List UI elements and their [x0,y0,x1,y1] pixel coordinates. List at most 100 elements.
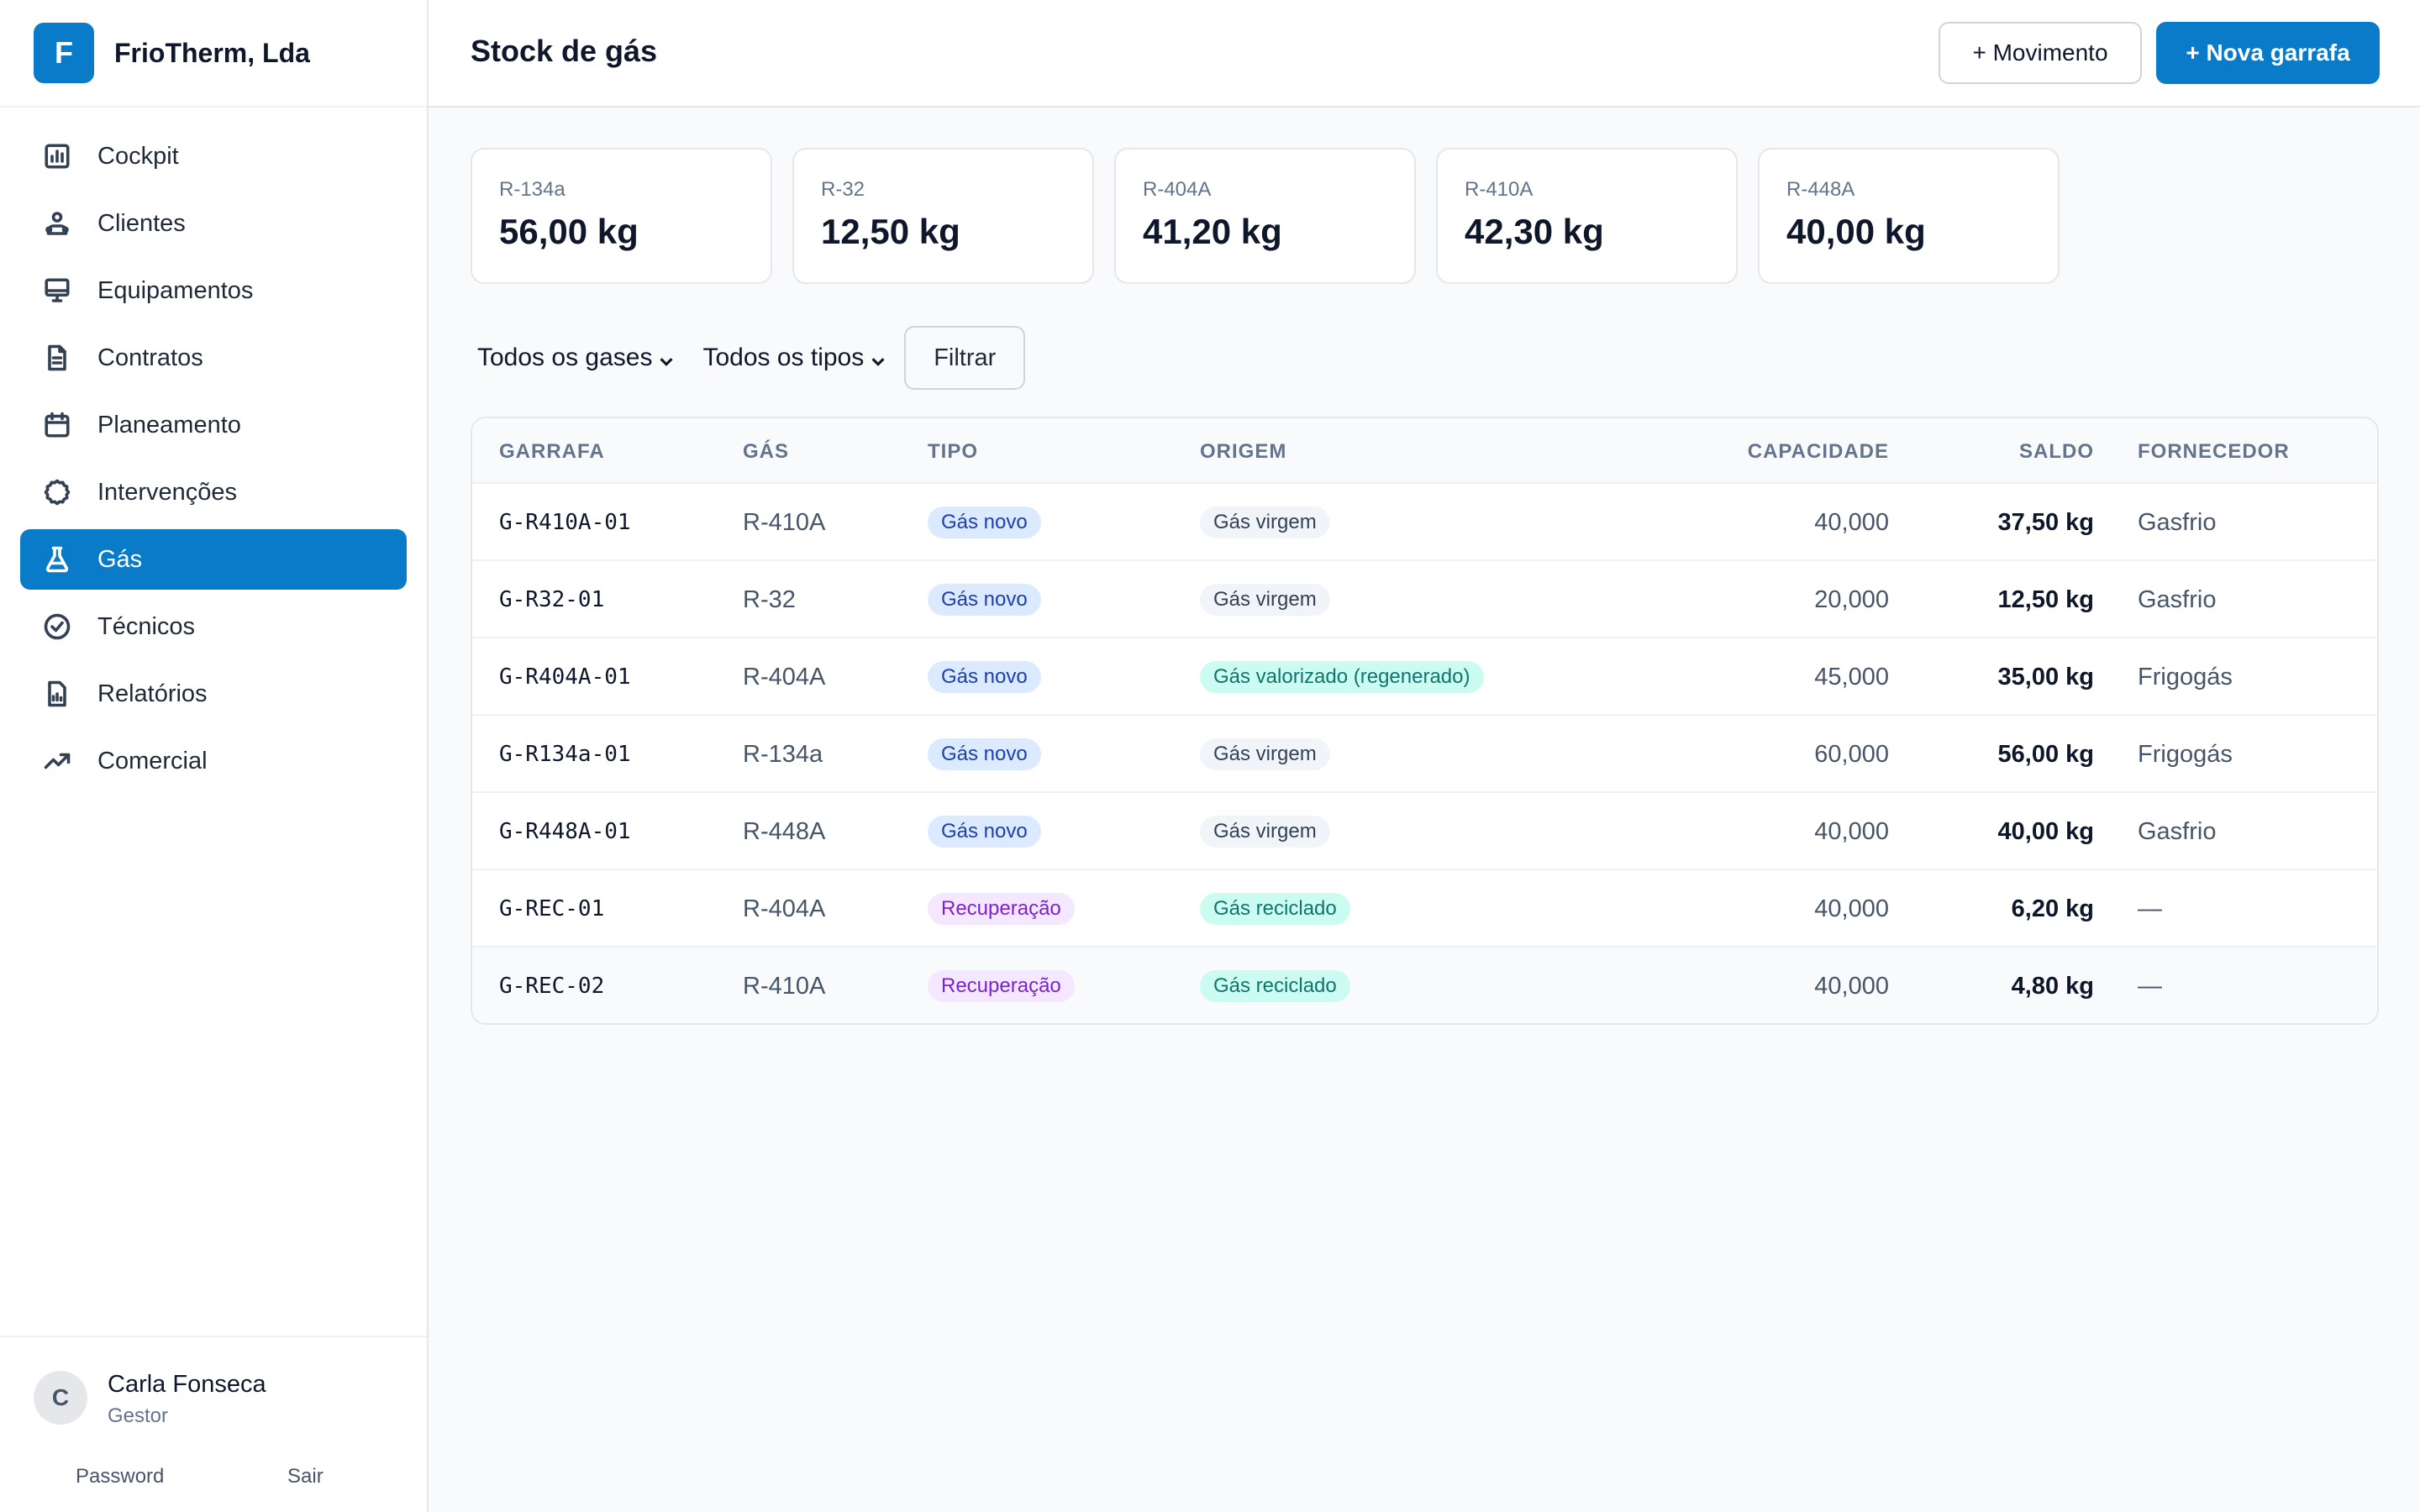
logout-link[interactable]: Sair [287,1465,324,1488]
sidebar-nav: Cockpit Clientes Equipamentos Contratos [0,108,427,791]
table-row[interactable]: G-R448A-01 R-448A Gás novo Gás virgem 40,000… [472,793,2377,870]
stock-card-amount: 42,30 kg [1465,212,1604,251]
table-row[interactable]: G-R134a-01 R-134a Gás novo Gás virgem 60,000… [472,716,2377,793]
password-link[interactable]: Password [76,1465,164,1488]
user-group-icon [40,207,74,240]
stock-card: R-448A 40,00 kg [1758,148,2060,284]
column-header-saldo[interactable]: SALDO [1939,440,2094,464]
brand-logo: F [34,23,94,83]
column-header-garrafa[interactable]: GARRAFA [499,440,605,464]
column-header-fornecedor[interactable]: FORNECEDOR [2138,440,2290,464]
cell-gas: R-32 [743,585,796,613]
cell-tipo: Gás novo [928,484,1041,561]
sidebar-item-label: Comercial [97,747,208,774]
column-header-origem[interactable]: ORIGEM [1200,440,1286,464]
stock-summary: R-134a 56,00 kg R-32 12,50 kg R-404A 41,… [471,148,2060,284]
cell-origem: Gás virgem [1200,561,1330,638]
sidebar-item-cockpit[interactable]: Cockpit [20,126,407,186]
cell-garrafa: G-R32-01 [499,587,605,612]
check-circle-icon [40,610,74,643]
cell-gas: R-410A [743,972,826,1000]
cell-tipo: Recuperação [928,870,1075,948]
sidebar-item-label: Planeamento [97,411,241,438]
type-badge: Recuperação [928,970,1075,1002]
table-row[interactable]: G-R32-01 R-32 Gás novo Gás virgem 20,000 12,5… [472,561,2377,638]
chevron-down-icon [657,349,676,367]
sidebar-item-contratos[interactable]: Contratos [20,328,407,388]
type-badge: Recuperação [928,893,1075,925]
cell-origem: Gás valorizado (regenerado) [1200,638,1484,716]
flask-icon [40,543,74,576]
table-row[interactable]: G-R410A-01 R-410A Gás novo Gás virgem 40,000… [472,484,2377,561]
cell-tipo: Recuperação [928,948,1075,1023]
type-badge: Gás novo [928,584,1041,616]
stock-card-gas: R-404A [1143,178,1212,201]
column-header-gas[interactable]: GÁS [743,440,789,464]
cell-capacidade: 20,000 [1814,585,1889,613]
stock-card-amount: 41,20 kg [1143,212,1282,251]
cell-gas: R-410A [743,508,826,536]
gas-select[interactable]: Todos os gases [471,344,682,372]
cell-origem: Gás virgem [1200,716,1330,793]
sidebar-item-label: Gás [97,545,143,573]
stock-card: R-134a 56,00 kg [471,148,772,284]
sidebar-item-label: Clientes [97,209,186,237]
cell-origem: Gás virgem [1200,484,1330,561]
stock-card-gas: R-32 [821,178,865,201]
brand[interactable]: F FrioTherm, Lda [0,0,427,108]
type-select-value: Todos os tipos [702,344,865,371]
cell-garrafa: G-R410A-01 [499,510,631,535]
cell-tipo: Gás novo [928,716,1041,793]
gas-select-value: Todos os gases [477,344,653,371]
table-row[interactable]: G-R404A-01 R-404A Gás novo Gás valorizado (… [472,638,2377,716]
column-header-tipo[interactable]: TIPO [928,440,978,464]
trending-up-icon [40,744,74,778]
cell-saldo: 12,50 kg [1997,585,2094,613]
stock-card-amount: 56,00 kg [499,212,639,251]
cell-garrafa: G-R134a-01 [499,742,631,767]
sidebar-item-clientes[interactable]: Clientes [20,193,407,254]
origin-badge: Gás virgem [1200,507,1330,538]
document-icon [40,341,74,375]
user-role: Gestor [108,1404,169,1427]
sidebar-item-label: Contratos [97,344,203,371]
new-bottle-button[interactable]: + Nova garrafa [2156,22,2380,84]
user-panel: C Carla Fonseca Gestor Password Sair [0,1336,427,1512]
sidebar-item-label: Técnicos [97,612,196,640]
cell-fornecedor: — [2138,972,2162,1000]
cell-saldo: 4,80 kg [2011,972,2094,1000]
table-row[interactable]: G-REC-01 R-404A Recuperação Gás reciclado 40… [472,870,2377,948]
type-select[interactable]: Todos os tipos [696,344,894,372]
filter-button[interactable]: Filtrar [904,326,1026,390]
page-title: Stock de gás [471,34,658,68]
cell-garrafa: G-R404A-01 [499,664,631,690]
sidebar: F FrioTherm, Lda Cockpit Clientes Equipa… [0,0,429,1512]
sidebar-item-planeamento[interactable]: Planeamento [20,395,407,455]
cell-capacidade: 40,000 [1814,817,1889,845]
gas-bottles-table: GARRAFA GÁS TIPO ORIGEM CAPACIDADE SALDO… [471,417,2379,1025]
sidebar-item-label: Equipamentos [97,276,254,304]
sidebar-item-relatorios[interactable]: Relatórios [20,664,407,724]
cell-saldo: 37,50 kg [1997,508,2094,536]
calendar-icon [40,408,74,442]
cell-garrafa: G-REC-02 [499,974,605,999]
stock-card-gas: R-134a [499,178,566,201]
stock-card: R-404A 41,20 kg [1114,148,1416,284]
sidebar-item-gas[interactable]: Gás [20,529,407,590]
cell-gas: R-404A [743,895,826,922]
stock-card-gas: R-448A [1786,178,1855,201]
stock-card: R-410A 42,30 kg [1436,148,1738,284]
sidebar-item-equipamentos[interactable]: Equipamentos [20,260,407,321]
sidebar-item-intervencoes[interactable]: Intervenções [20,462,407,522]
sidebar-item-tecnicos[interactable]: Técnicos [20,596,407,657]
add-movement-button[interactable]: + Movimento [1939,22,2142,84]
origin-badge: Gás virgem [1200,816,1330,848]
cell-saldo: 35,00 kg [1997,663,2094,690]
type-badge: Gás novo [928,507,1041,538]
table-row[interactable]: G-REC-02 R-410A Recuperação Gás reciclado 40… [472,948,2377,1023]
app-root: F FrioTherm, Lda Cockpit Clientes Equipa… [0,0,2420,1512]
column-header-capacidade[interactable]: CAPACIDADE [1738,440,1889,464]
sidebar-item-label: Relatórios [97,680,208,707]
sidebar-item-comercial[interactable]: Comercial [20,731,407,791]
stock-card-amount: 40,00 kg [1786,212,1926,251]
